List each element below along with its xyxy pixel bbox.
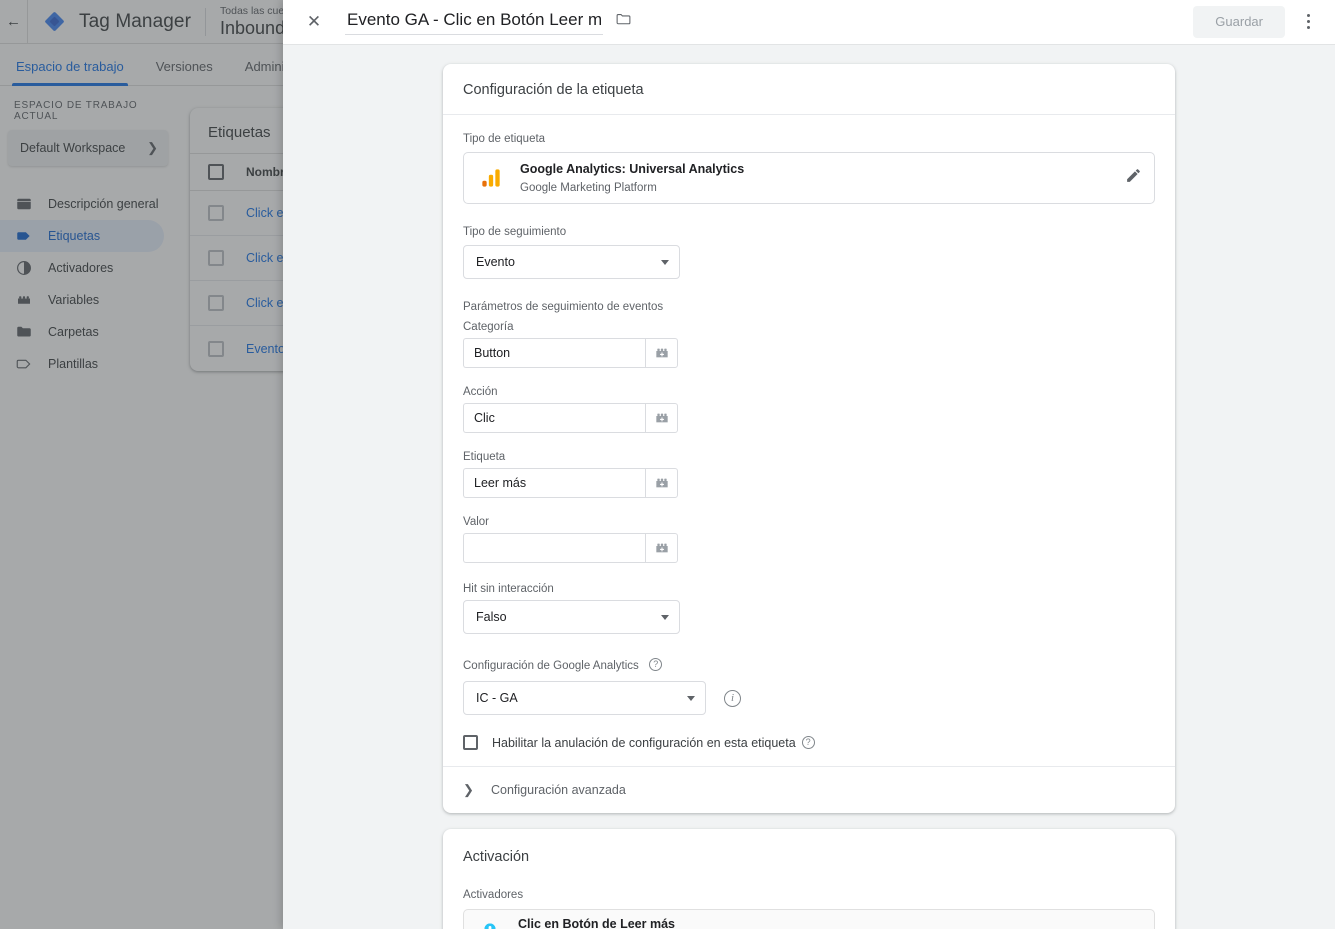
title-area [345,8,632,35]
chevron-down-icon [661,614,669,620]
accion-input[interactable] [463,403,645,433]
chevron-down-icon [687,695,695,701]
tag-type-label: Tipo de etiqueta [463,133,546,145]
help-icon[interactable]: ? [649,658,663,672]
activation-body: Activación Activadores Clic en Botón de … [443,829,1175,929]
event-params-label: Parámetros de seguimiento de eventos [463,301,664,313]
chevron-right-icon: ❯ [463,782,474,797]
variable-brick-icon[interactable] [645,468,678,498]
override-settings-row[interactable]: Habilitar la anulación de configuración … [463,735,1155,750]
panel-header: ✕ Guardar [283,0,1335,44]
track-type-select[interactable]: Evento [463,245,680,279]
more-vert-icon[interactable] [1291,5,1325,39]
triggers-label: Activadores [463,889,524,901]
variable-brick-icon[interactable] [645,338,678,368]
help-icon[interactable]: ? [801,736,815,749]
override-checkbox[interactable] [463,735,478,750]
tag-editor-panel: ✕ Guardar Configuración de la etiqueta T… [283,0,1335,929]
ga-settings-row: IC - GA i [463,681,1155,715]
tag-configuration-title: Configuración de la etiqueta [443,64,1175,115]
trigger-item[interactable]: Clic en Botón de Leer más Todos los elem… [463,909,1155,929]
mouse-click-icon [478,921,502,929]
trigger-name: Clic en Botón de Leer más [518,917,675,929]
ga-settings-value: IC - GA [476,691,518,705]
activation-title: Activación [463,849,530,865]
valor-label: Valor [463,516,489,528]
categoria-row [463,338,1155,368]
categoria-input[interactable] [463,338,645,368]
valor-input[interactable] [463,533,645,563]
google-analytics-icon [478,165,504,191]
info-icon[interactable]: i [724,689,741,707]
track-type-value: Evento [476,255,515,269]
non-interaction-select[interactable]: Falso [463,600,680,634]
tag-configuration-body: Tipo de etiqueta Google Analytics: Unive… [443,115,1175,766]
accion-row [463,403,1155,433]
panel-body: Configuración de la etiqueta Tipo de eti… [283,44,1335,929]
modal-scrim[interactable] [0,0,283,929]
save-button[interactable]: Guardar [1193,5,1285,38]
accion-label: Acción [463,386,498,398]
pencil-icon[interactable] [1125,167,1142,189]
advanced-settings-label: Configuración avanzada [491,783,626,797]
advanced-settings-toggle[interactable]: ❯ Configuración avanzada [443,766,1175,813]
chevron-down-icon [661,259,669,265]
ga-settings-label: Configuración de Google Analytics [463,660,639,672]
trigger-texts: Clic en Botón de Leer más Todos los elem… [518,915,675,929]
non-interaction-label: Hit sin interacción [463,583,554,595]
etiqueta-input[interactable] [463,468,645,498]
track-type-label: Tipo de seguimiento [463,226,567,238]
tag-name-input[interactable] [345,8,603,35]
tag-type-name: Google Analytics: Universal Analytics [520,162,745,176]
categoria-label: Categoría [463,321,514,333]
tag-type-vendor: Google Marketing Platform [520,182,657,194]
non-interaction-value: Falso [476,610,507,624]
variable-brick-icon[interactable] [645,403,678,433]
valor-row [463,533,1155,563]
tag-type-texts: Google Analytics: Universal Analytics Go… [520,160,1125,196]
tag-configuration-card: Configuración de la etiqueta Tipo de eti… [443,64,1175,813]
etiqueta-label: Etiqueta [463,451,506,463]
ga-settings-label-row: Configuración de Google Analytics ? [463,656,1155,674]
activation-card: Activación Activadores Clic en Botón de … [443,829,1175,929]
tag-type-selector[interactable]: Google Analytics: Universal Analytics Go… [463,152,1155,204]
override-checkbox-label: Habilitar la anulación de configuración … [492,735,796,750]
close-icon[interactable]: ✕ [301,9,327,35]
etiqueta-row [463,468,1155,498]
ga-settings-select[interactable]: IC - GA [463,681,706,715]
screen-root: ← Tag Manager Todas las cuentas InboundC… [0,0,1335,929]
variable-brick-icon[interactable] [645,533,678,563]
folder-move-icon[interactable] [615,11,632,33]
